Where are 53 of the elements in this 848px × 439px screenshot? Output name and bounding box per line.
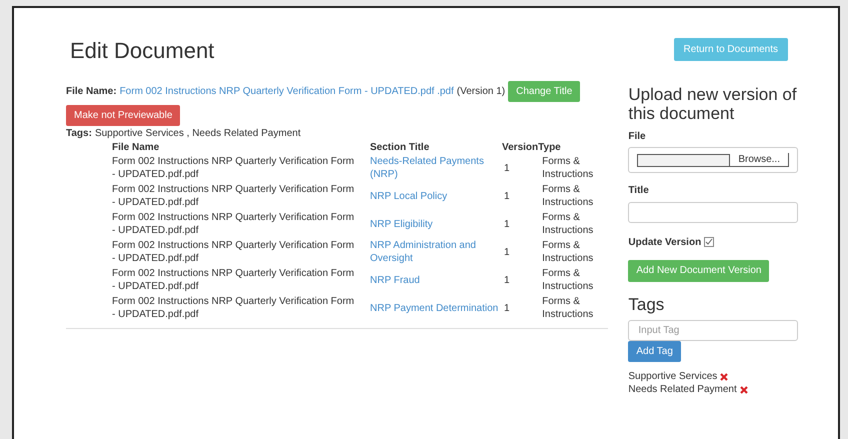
tags-text: Supportive Services , Needs Related Payment [94,127,301,141]
change-title-button[interactable]: Change Title [508,81,580,102]
page-title: Edit Document [70,37,214,65]
table-cell-text: Forms & Instructions [541,211,594,238]
tag-input-field[interactable]: Input Tag [628,320,798,341]
tags-heading: Tags [628,294,666,316]
section-link[interactable]: NRP Fraud [370,274,502,286]
tags-label: Tags: [66,127,92,141]
table-cell-text: 1 [503,274,511,288]
table-cell-text: Form 002 Instructions NRP Quarterly Verification Form - UPDATED.pdf.pdf [112,155,356,182]
file-label: File [628,130,647,144]
table-cell-text: Form 002 Instructions NRP Quarterly Verification Form - UPDATED.pdf.pdf [112,239,356,266]
section-link[interactable]: NRP Local Policy [370,190,502,202]
file-name-label: File Name: [66,85,117,99]
return-button[interactable]: Return to Documents [674,38,788,61]
table-cell-text: Form 002 Instructions NRP Quarterly Verification Form - UPDATED.pdf.pdf [112,295,356,322]
section-link[interactable]: NRP Payment Determination [370,302,502,314]
section-link[interactable]: Needs-Related Payments (NRP) [370,155,502,181]
column-header: Type [538,141,562,154]
table-cell-text: Form 002 Instructions NRP Quarterly Verification Form - UPDATED.pdf.pdf [112,211,356,238]
table-cell-text: Forms & Instructions [541,239,594,266]
preview-button[interactable]: Make not Previewable [66,105,180,126]
table-cell-text: Forms & Instructions [541,267,594,294]
update-version-checkbox[interactable] [704,237,714,247]
table-cell-text: Forms & Instructions [541,295,594,322]
column-header: Version [502,141,538,154]
file-name-link[interactable]: Form 002 Instructions NRP Quarterly Verification Form - UPDATED.pdf .pdf [120,84,454,99]
table-cell-text: 1 [503,218,511,232]
title-field[interactable] [628,202,798,223]
add-version-button[interactable]: Add New Document Version [628,260,770,282]
remove-icon[interactable] [720,372,728,380]
remove-icon[interactable] [740,386,748,394]
file-field[interactable]: Browse... [628,147,798,173]
table-cell-text: Form 002 Instructions NRP Quarterly Verification Form - UPDATED.pdf.pdf [112,267,356,294]
table-cell-text: Form 002 Instructions NRP Quarterly Verification Form - UPDATED.pdf.pdf [112,183,356,210]
update-version-label: Update Version [628,236,702,250]
column-header: Section Title [370,141,502,154]
section-link[interactable]: NRP Administration and Oversight [370,239,502,265]
table-cell-text: Forms & Instructions [541,155,594,182]
table-cell-text: 1 [503,190,511,204]
table-cell-text: 1 [503,246,511,260]
column-header: File Name [112,141,370,154]
title-label: Title [628,184,650,198]
browse-button[interactable]: Browse... [730,153,789,167]
tag-label: Needs Related Payment [628,383,737,396]
version-text: (Version 1) [456,85,506,99]
table-cell-text: 1 [503,162,511,176]
table-cell-text: Forms & Instructions [541,183,594,210]
tag-label: Supportive Services [628,370,718,383]
table-cell-text: 1 [503,302,511,316]
add-tag-button[interactable]: Add Tag [628,341,681,362]
section-link[interactable]: NRP Eligibility [370,218,502,230]
upload-heading: Upload new version of this document [628,85,798,123]
